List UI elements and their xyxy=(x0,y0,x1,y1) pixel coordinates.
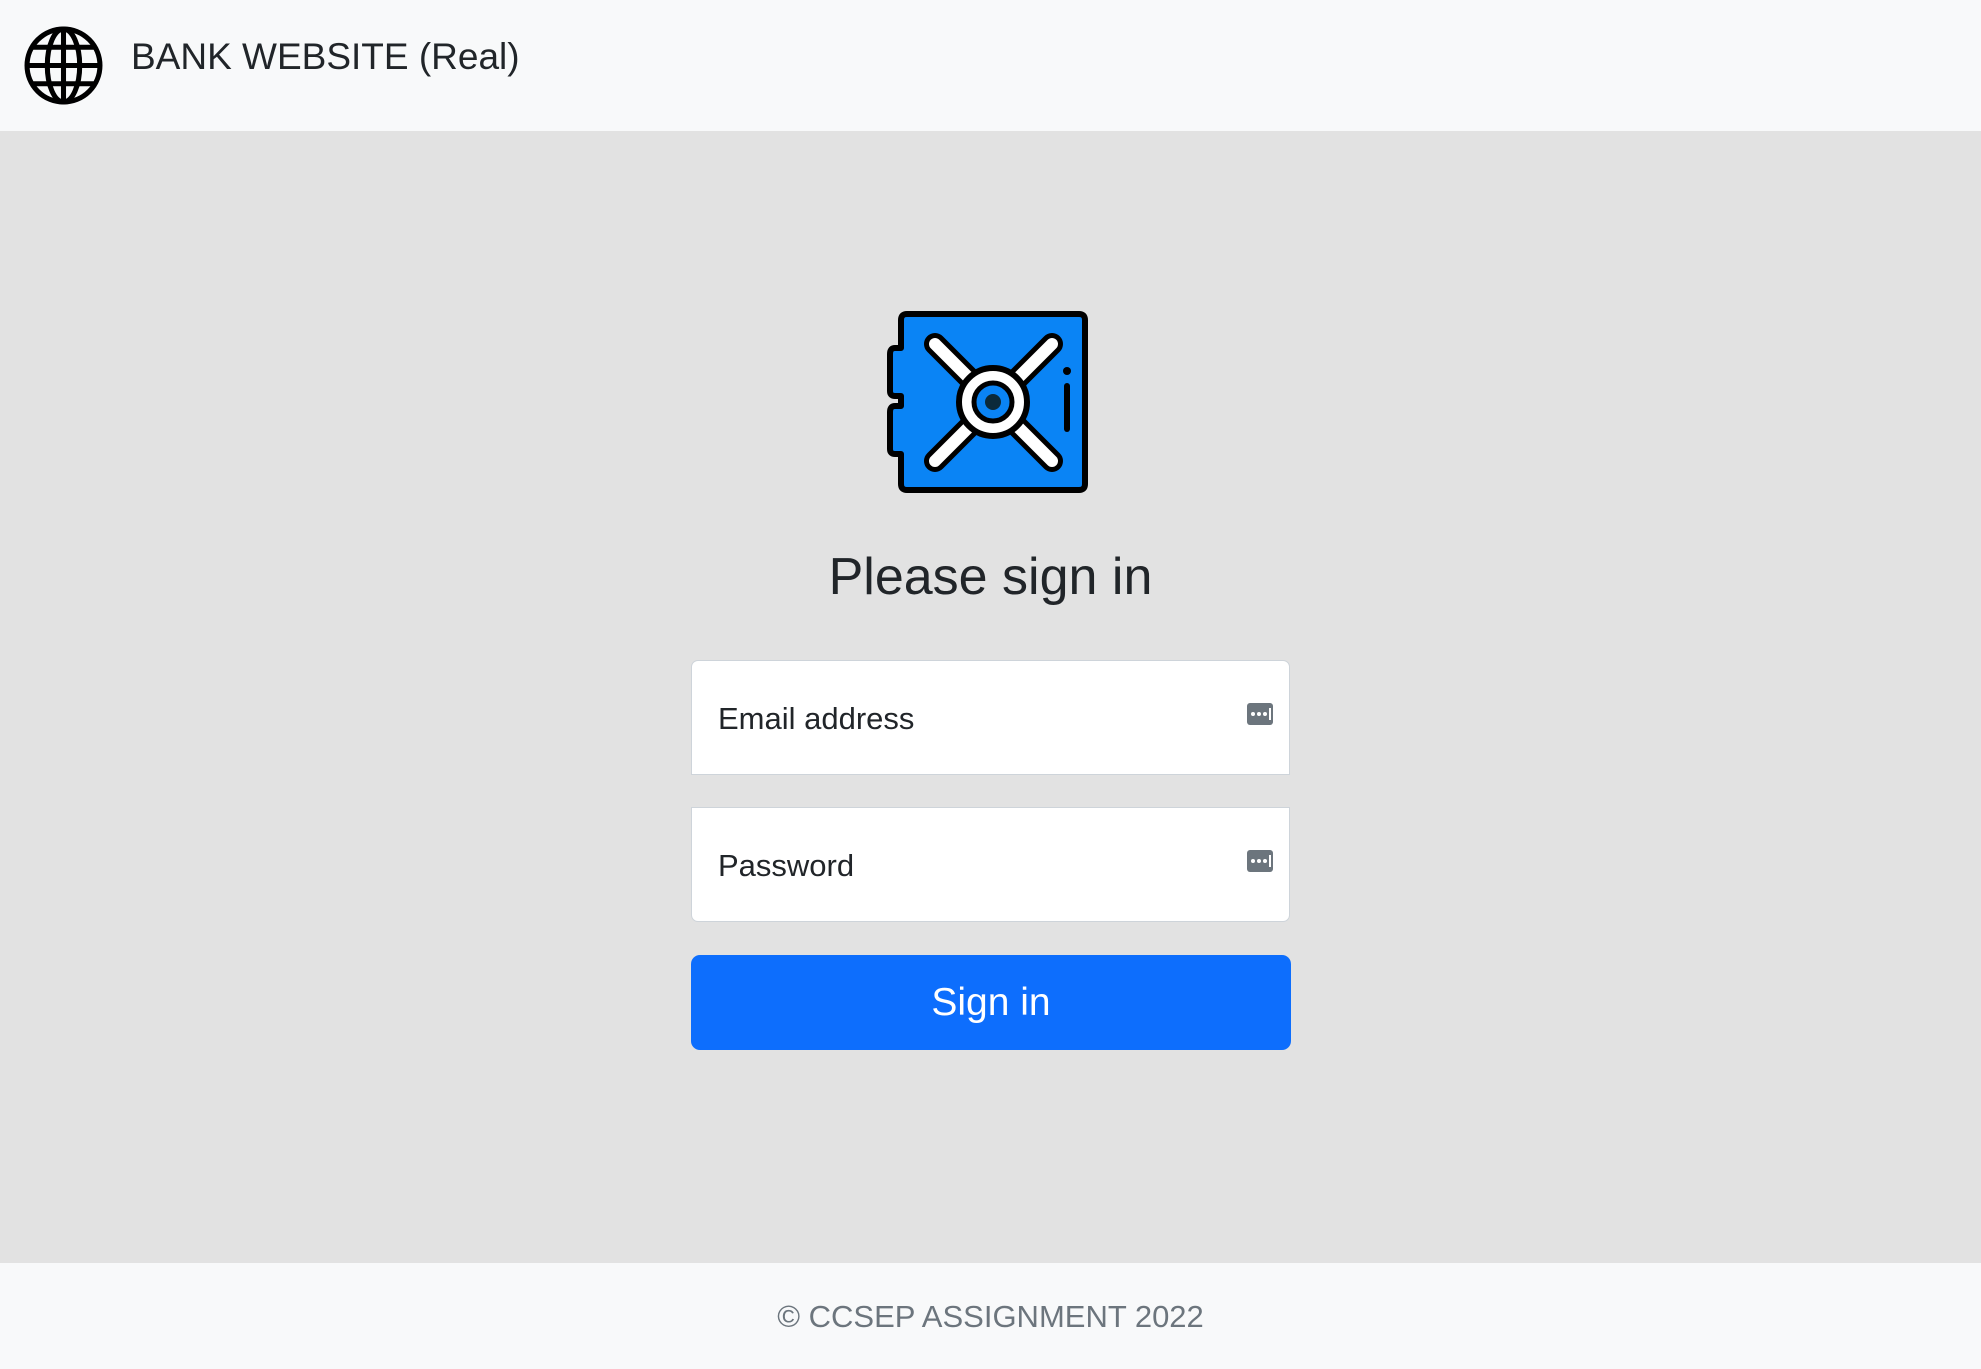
password-field[interactable]: Password xyxy=(691,807,1293,923)
password-manager-icon[interactable] xyxy=(1246,700,1274,728)
safe-vault-icon xyxy=(887,311,1088,493)
password-manager-icon[interactable] xyxy=(1246,847,1274,875)
navbar: BANK WEBSITE (Real) xyxy=(0,0,1981,131)
signin-main: Please sign in Email address Password Si… xyxy=(0,131,1981,1263)
footer: © CCSEP ASSIGNMENT 2022 xyxy=(0,1263,1981,1369)
globe-icon xyxy=(24,26,103,105)
brand-title: BANK WEBSITE (Real) xyxy=(131,36,520,77)
email-field-label: Email address xyxy=(718,701,915,736)
copyright-text: © CCSEP ASSIGNMENT 2022 xyxy=(777,1299,1204,1334)
password-field-label: Password xyxy=(718,848,855,883)
sign-in-button[interactable]: Sign in xyxy=(691,955,1291,1050)
email-field[interactable]: Email address xyxy=(691,660,1293,776)
page-title: Please sign in xyxy=(828,548,1153,606)
